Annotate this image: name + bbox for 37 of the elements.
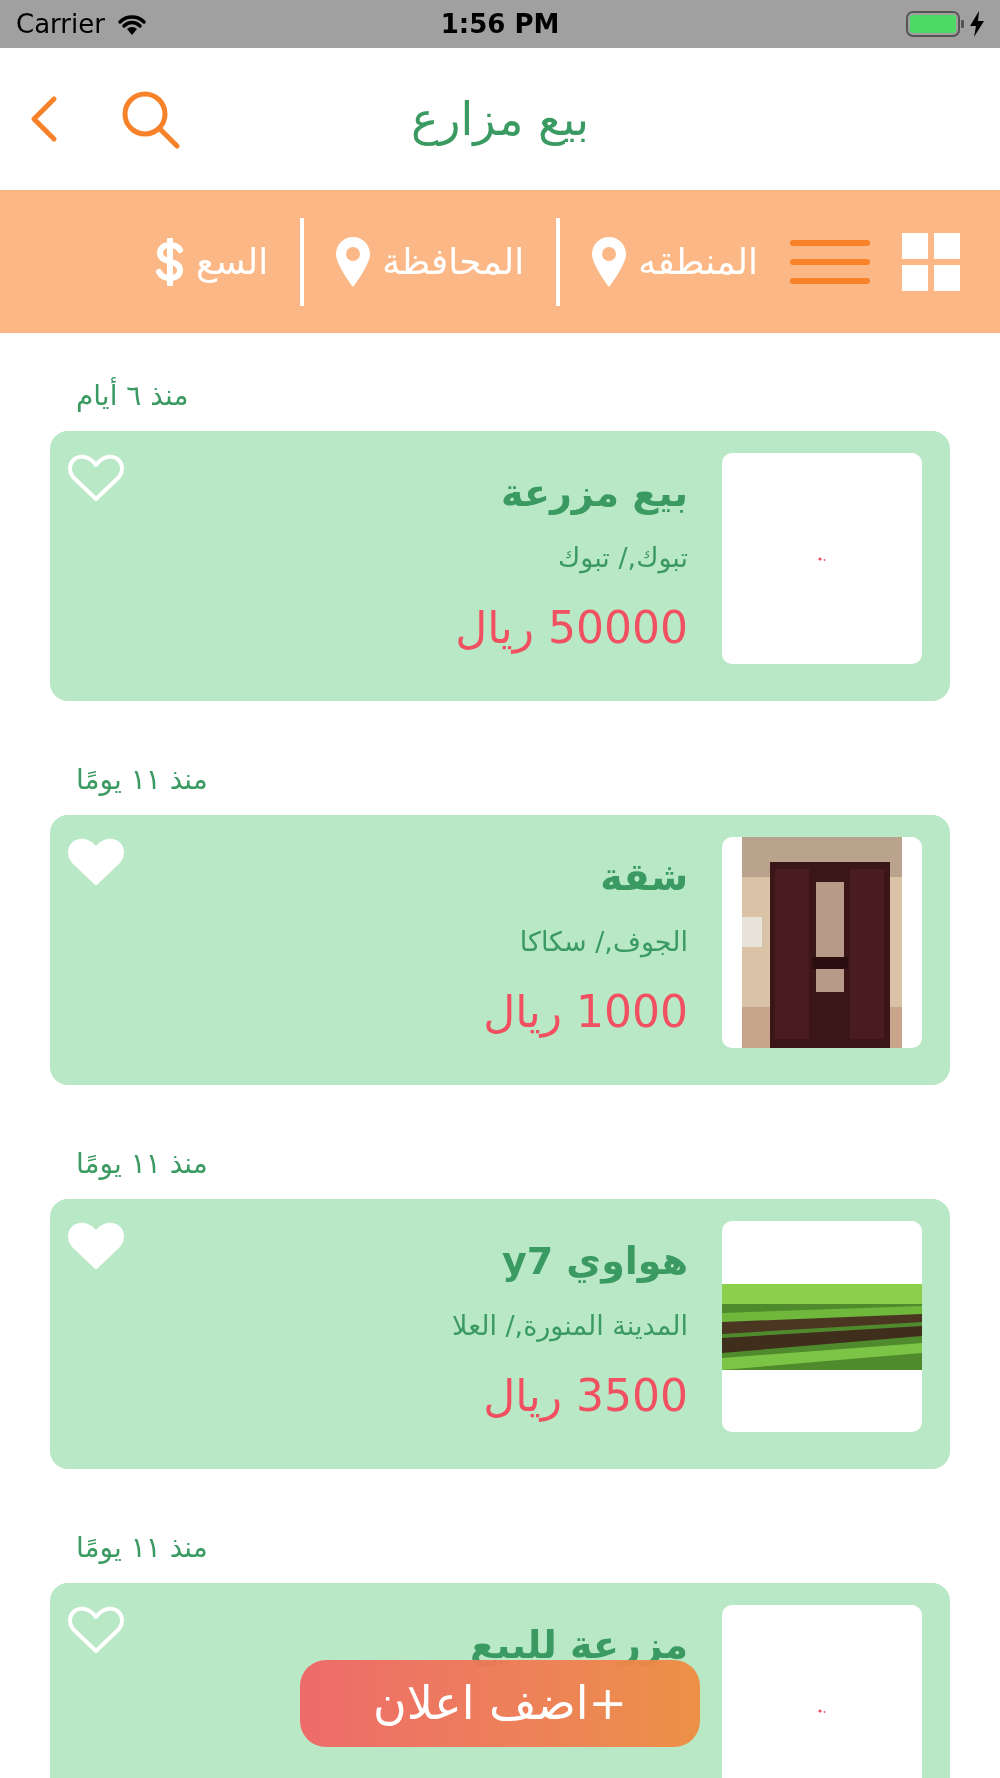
placeholder-icon: [818, 556, 826, 561]
listing-card[interactable]: بيع مزرعة تبوك,/ تبوك 50000 ريال: [50, 431, 950, 701]
listing-card[interactable]: هواوي y7 المدينة المنورة,/ العلا 3500 ريال: [50, 1199, 950, 1469]
listing-location: الجوف,/ سكاكا: [519, 925, 688, 960]
listing-card[interactable]: شقة الجوف,/ سكاكا 1000 ريال: [50, 815, 950, 1085]
carrier-label: Carrier: [16, 7, 105, 41]
placeholder-icon: [818, 1708, 826, 1713]
posted-time: منذ ١١ يومًا: [76, 1146, 208, 1182]
filter-button[interactable]: المحافظة: [382, 234, 525, 289]
posted-time: منذ ١١ يومًا: [76, 762, 208, 798]
listing-title: بيع مزرعة: [501, 470, 688, 517]
grid-icon[interactable]: [902, 232, 960, 291]
search-icon[interactable]: [120, 89, 180, 149]
battery-icon: [906, 11, 966, 37]
filter-button[interactable]: السع: [196, 234, 269, 289]
location-pin-icon: [336, 236, 371, 287]
menu-icon[interactable]: [790, 237, 870, 286]
add-listing-button[interactable]: +اضف اعلان: [300, 1660, 700, 1747]
listing-location: المدينة المنورة,/ العلا: [452, 1309, 688, 1344]
wifi-icon: [116, 13, 147, 35]
dollar-icon: [156, 237, 184, 286]
listing-price: 1000 ريال: [483, 984, 688, 1040]
heart-icon[interactable]: [68, 837, 124, 887]
clock-label: 1:56 PM: [440, 7, 560, 41]
posted-time: منذ ٦ أيام: [76, 376, 189, 414]
listing-price: 3500 ريال: [483, 1368, 688, 1424]
heart-icon[interactable]: [68, 453, 124, 503]
listing-title: شقة: [600, 854, 688, 901]
listing-location: تبوك,/ تبوك: [558, 541, 688, 576]
posted-time: منذ ١١ يومًا: [76, 1530, 208, 1566]
heart-icon[interactable]: [68, 1605, 124, 1655]
heart-icon[interactable]: [68, 1221, 124, 1271]
listing-price: 50000 ريال: [455, 600, 688, 656]
listing-title: هواوي y7: [501, 1238, 688, 1286]
filter-button[interactable]: المنطقه: [638, 234, 758, 289]
page-title: بيع مزارع: [410, 90, 590, 149]
location-pin-icon: [592, 236, 627, 287]
